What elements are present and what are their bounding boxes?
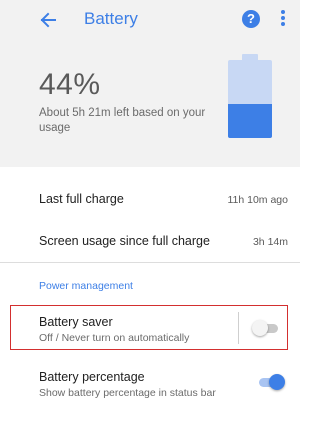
battery-percentage-toggle[interactable]	[257, 374, 285, 390]
battery-percentage-title: Battery percentage	[39, 370, 145, 384]
more-options-button[interactable]	[279, 10, 287, 30]
screen-usage-value: 3h 14m	[252, 236, 288, 248]
battery-status-header: 44% About 5h 21m left based on your usag…	[0, 40, 300, 167]
screen-usage-row[interactable]: Screen usage since full charge 3h 14m	[0, 214, 300, 262]
battery-percent: 44%	[39, 68, 101, 101]
highlight-box	[10, 305, 288, 350]
battery-level-icon	[228, 54, 272, 138]
screen-usage-label: Screen usage since full charge	[39, 234, 210, 248]
battery-fill	[228, 103, 272, 138]
help-button[interactable]: ?	[242, 10, 260, 28]
last-full-charge-row[interactable]: Last full charge 11h 10m ago	[0, 167, 300, 214]
arrow-left-icon	[40, 12, 56, 28]
toggle-knob	[252, 320, 268, 336]
help-circle-icon: ?	[247, 11, 255, 26]
more-vert-icon	[279, 10, 287, 26]
battery-percentage-summary: Show battery percentage in status bar	[39, 387, 216, 399]
battery-saver-toggle[interactable]	[252, 320, 280, 336]
section-divider	[0, 262, 300, 263]
power-management-header: Power management	[39, 280, 133, 292]
battery-percentage-row[interactable]: Battery percentage Show battery percenta…	[0, 360, 300, 410]
time-remaining-text: About 5h 21m left based on your usage	[39, 107, 206, 134]
vertical-separator	[238, 312, 239, 344]
battery-body	[228, 60, 272, 138]
last-full-charge-label: Last full charge	[39, 192, 124, 206]
toggle-knob	[269, 374, 285, 390]
back-button[interactable]	[36, 8, 60, 32]
last-full-charge-value: 11h 10m ago	[227, 194, 288, 206]
page-title: Battery	[84, 9, 138, 28]
app-bar: Battery ?	[0, 0, 300, 40]
